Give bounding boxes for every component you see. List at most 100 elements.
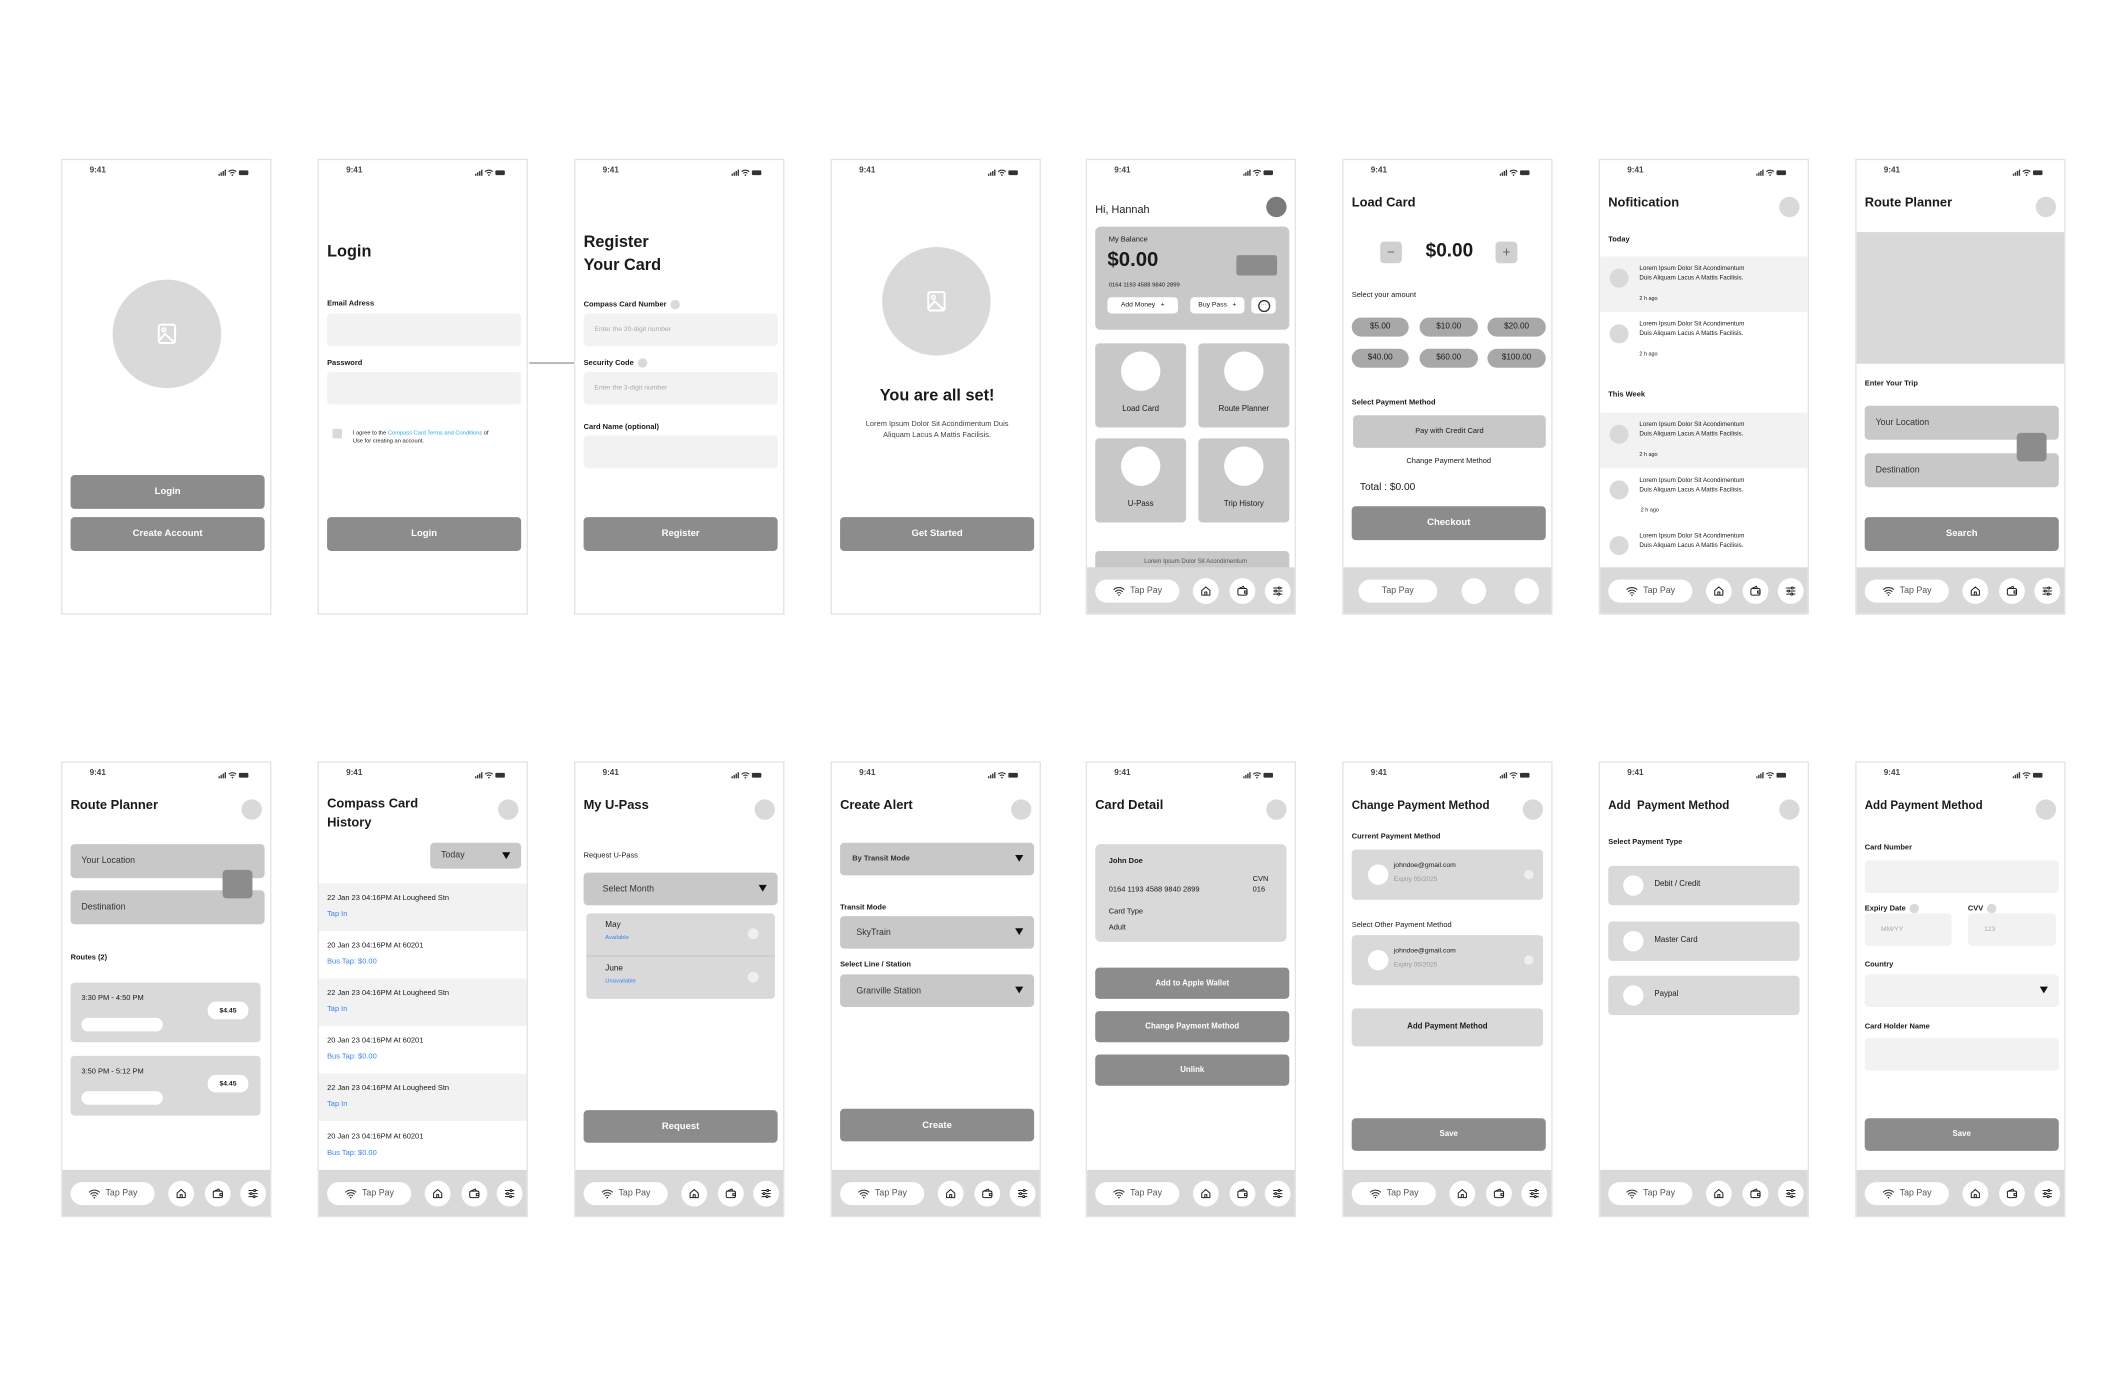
history-row[interactable]: 20 Jan 23 04:16PM At 60201 Bus Tap: $0.00 [319, 1121, 527, 1170]
settings-nav-button[interactable] [1264, 578, 1291, 604]
wallet-nav-button[interactable] [1229, 578, 1256, 604]
save-button[interactable]: Save [1351, 1118, 1546, 1151]
tap-pay-button[interactable]: Tap Pay [1608, 579, 1693, 603]
card-name-input[interactable] [583, 435, 778, 469]
card-number-input[interactable]: Enter the 20-digit number [583, 313, 778, 347]
get-started-button[interactable]: Get Started [840, 517, 1035, 551]
history-row[interactable]: 22 Jan 23 04:16PM At Lougheed Stn Tap In [318, 978, 527, 1026]
radio[interactable] [1623, 985, 1644, 1006]
month-option[interactable]: May Available [586, 913, 775, 957]
register-button[interactable]: Register [583, 517, 778, 551]
home-nav-button[interactable] [1449, 1180, 1476, 1207]
avatar[interactable] [1266, 196, 1287, 218]
tile-trip-history[interactable]: Trip History [1198, 438, 1290, 523]
amount-chip[interactable]: $10.00 [1419, 317, 1478, 337]
route-card[interactable]: 3:50 PM - 5:12 PM $4.45 [70, 1055, 261, 1116]
apple-wallet-button[interactable]: Add to Apple Wallet [1095, 967, 1290, 999]
home-nav-button[interactable] [424, 1180, 451, 1207]
holder-input[interactable] [1864, 1038, 2059, 1071]
cvv-input[interactable]: 123 [1967, 913, 2057, 946]
avatar[interactable] [754, 799, 775, 820]
radio[interactable] [1524, 955, 1534, 965]
buy-pass-button[interactable]: Buy Pass + [1190, 297, 1245, 314]
home-nav-button[interactable] [1962, 1180, 1989, 1207]
line-station-dropdown[interactable]: Granville Station [840, 974, 1035, 1007]
other-method-card[interactable]: johndoe@gmail.com Expiry 05/2025 [1351, 935, 1544, 986]
amount-chip[interactable]: $100.00 [1487, 348, 1546, 368]
payment-type-option[interactable]: Master Card [1608, 921, 1800, 961]
route-card[interactable]: 3:30 PM - 4:50 PM $4.45 [70, 982, 261, 1043]
notification-item[interactable]: Lorem Ipsum Dolor Sit Acondimentum Duis A… [1600, 524, 1808, 567]
amount-chip[interactable]: $60.00 [1419, 348, 1478, 368]
login-button[interactable]: Login [70, 474, 265, 509]
radio[interactable] [1524, 869, 1534, 880]
radio[interactable] [1623, 875, 1644, 896]
home-nav-button[interactable] [1705, 1180, 1732, 1207]
settings-nav-button[interactable] [1264, 1180, 1291, 1207]
settings-nav-button[interactable] [2034, 1180, 2061, 1207]
swap-button[interactable] [222, 869, 253, 899]
tap-pay-button[interactable]: Tap Pay [1864, 579, 1949, 603]
tap-pay-button[interactable]: Tap Pay [1608, 1182, 1693, 1206]
wallet-nav-button[interactable] [1999, 578, 2025, 604]
wallet-nav-button[interactable] [204, 1180, 231, 1207]
tap-pay-button[interactable]: Tap Pay [1358, 579, 1438, 603]
tap-pay-button[interactable]: Tap Pay [70, 1182, 155, 1206]
request-button[interactable]: Request [583, 1110, 778, 1143]
nav-placeholder-button[interactable] [1461, 578, 1487, 604]
expiry-input[interactable]: MM/YY [1864, 913, 1952, 946]
amount-chip[interactable]: $40.00 [1351, 348, 1409, 368]
add-payment-method-button[interactable]: Add Payment Method [1351, 1008, 1544, 1047]
tap-pay-button[interactable]: Tap Pay [1095, 1182, 1180, 1206]
security-code-input[interactable]: Enter the 3-digit number [583, 371, 778, 405]
transit-mode-dropdown[interactable]: SkyTrain [840, 916, 1035, 949]
info-icon[interactable] [1987, 903, 1997, 914]
payment-type-option[interactable]: Debit / Credit [1608, 865, 1800, 906]
change-payment-link[interactable]: Change Payment Method [1344, 457, 1552, 465]
notification-item[interactable]: Lorem Ipsum Dolor Sit Acondimentum Duis A… [1600, 312, 1808, 368]
avatar[interactable] [1011, 799, 1032, 820]
terms-link[interactable]: Compass Card Terms and Conditions [388, 429, 482, 436]
payment-type-option[interactable]: Paypal [1608, 975, 1800, 1016]
info-icon[interactable] [637, 358, 648, 368]
map-placeholder[interactable] [1856, 232, 2065, 364]
email-input[interactable] [327, 313, 522, 347]
radio[interactable] [1623, 930, 1644, 952]
settings-nav-button[interactable] [1009, 1180, 1036, 1207]
nav-placeholder-button[interactable] [1514, 578, 1539, 604]
avatar[interactable] [498, 799, 519, 820]
avatar[interactable] [1779, 196, 1800, 218]
settings-nav-button[interactable] [2034, 578, 2061, 604]
home-nav-button[interactable] [937, 1180, 964, 1207]
home-nav-button[interactable] [1192, 578, 1219, 604]
settings-nav-button[interactable] [753, 1180, 779, 1207]
date-filter-dropdown[interactable]: Today [430, 842, 522, 869]
amount-chip[interactable]: $5.00 [1351, 317, 1409, 337]
swap-button[interactable] [2016, 432, 2047, 462]
search-button[interactable]: Search [1864, 517, 2059, 551]
settings-nav-button[interactable] [496, 1180, 523, 1207]
card-number-input[interactable] [1864, 860, 2059, 893]
tile-u-pass[interactable]: U-Pass [1095, 438, 1187, 523]
change-payment-button[interactable]: Change Payment Method [1095, 1011, 1290, 1043]
avatar[interactable] [1779, 799, 1800, 820]
history-row[interactable]: 20 Jan 23 04:16PM At 60201 Bus Tap: $0.00 [319, 1026, 527, 1073]
avatar[interactable] [1522, 799, 1544, 820]
tap-pay-button[interactable]: Tap Pay [1351, 1182, 1436, 1206]
history-row[interactable]: 22 Jan 23 04:16PM At Lougheed Stn Tap In [318, 883, 527, 931]
wallet-nav-button[interactable] [1742, 578, 1769, 604]
tap-pay-button[interactable]: Tap Pay [840, 1182, 925, 1206]
create-button[interactable]: Create [840, 1108, 1035, 1142]
select-month-dropdown[interactable]: Select Month [583, 872, 778, 906]
home-nav-button[interactable] [1192, 1180, 1219, 1207]
home-nav-button[interactable] [168, 1180, 195, 1207]
radio[interactable] [747, 928, 759, 940]
settings-nav-button[interactable] [240, 1180, 266, 1207]
wallet-nav-button[interactable] [1486, 1180, 1512, 1207]
notification-item[interactable]: Lorem Ipsum Dolor Sit Acondimentum Duis A… [1600, 412, 1808, 469]
alert-type-dropdown[interactable]: By Transit Mode [840, 842, 1035, 876]
avatar[interactable] [2035, 799, 2057, 820]
settings-nav-button[interactable] [1521, 1180, 1548, 1207]
increase-button[interactable]: + [1495, 241, 1518, 264]
home-nav-button[interactable] [1705, 578, 1732, 604]
